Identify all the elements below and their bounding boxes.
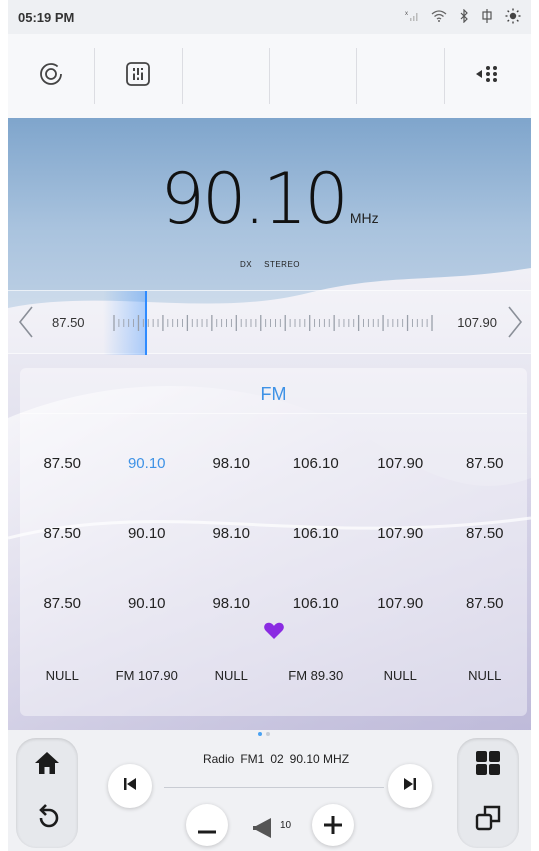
- band-divider: [20, 413, 527, 414]
- usb-icon: [481, 8, 493, 26]
- toolbar-slot-equalizer[interactable]: [95, 48, 183, 104]
- preset-item[interactable]: 90.10: [105, 525, 190, 542]
- preset-item[interactable]: 98.10: [189, 455, 274, 472]
- station-name[interactable]: NULL: [443, 668, 528, 683]
- speaker-icon: [252, 817, 272, 844]
- tuner-ticks: [113, 315, 433, 331]
- plus-icon[interactable]: [324, 811, 342, 839]
- preset-item[interactable]: 107.90: [358, 525, 443, 542]
- home-icon[interactable]: [34, 751, 60, 780]
- brightness-icon: [505, 8, 521, 27]
- heart-icon[interactable]: [263, 622, 285, 644]
- station-name[interactable]: NULL: [358, 668, 443, 683]
- radio-wave-icon[interactable]: [38, 61, 64, 92]
- status-time: 05:19 PM: [18, 9, 75, 25]
- radio-main-view: 90.10 MHz DX STEREO 87.50 107.90 FM 87.50 …: [8, 118, 531, 730]
- equalizer-icon[interactable]: [125, 61, 151, 92]
- page-dot[interactable]: [266, 732, 270, 736]
- station-name[interactable]: FM 107.90: [105, 668, 190, 683]
- preset-item-active[interactable]: 90.10: [105, 455, 190, 472]
- bluetooth-icon: [459, 8, 469, 26]
- seek-next-button[interactable]: [388, 764, 432, 808]
- range-high-label: 107.90: [457, 315, 497, 330]
- preset-item[interactable]: 87.50: [20, 525, 105, 542]
- seek-track: [164, 787, 384, 788]
- toolbar-slot-empty-1: [183, 48, 270, 104]
- preset-item[interactable]: 106.10: [274, 455, 359, 472]
- top-toolbar: [8, 34, 531, 118]
- now-playing-info: Radio FM1 02 90.10 MHZ: [168, 752, 384, 766]
- preset-item[interactable]: 87.50: [443, 455, 528, 472]
- toolbar-slot-menu[interactable]: [445, 48, 531, 104]
- dx-flag: DX: [240, 260, 253, 269]
- tuner-scale[interactable]: 87.50 107.90: [8, 290, 531, 355]
- now-playing-preset: 02: [270, 752, 284, 766]
- tuner-needle[interactable]: [145, 291, 147, 355]
- preset-item[interactable]: 107.90: [358, 455, 443, 472]
- preset-row: 87.50 90.10 98.10 106.10 107.90 87.50: [20, 498, 527, 568]
- multi-window-icon[interactable]: [475, 805, 501, 836]
- volume-down-button[interactable]: [186, 804, 228, 846]
- preset-item[interactable]: 107.90: [358, 595, 443, 612]
- back-button[interactable]: [16, 793, 78, 848]
- station-name[interactable]: NULL: [20, 668, 105, 683]
- favorite-button[interactable]: [20, 622, 527, 645]
- seek-previous-button[interactable]: [108, 764, 152, 808]
- preset-item[interactable]: 87.50: [443, 595, 528, 612]
- skip-next-icon[interactable]: [403, 777, 417, 796]
- preset-item[interactable]: 90.10: [105, 595, 190, 612]
- home-button[interactable]: [16, 738, 78, 793]
- multitask-button[interactable]: [457, 793, 519, 848]
- presets-panel: FM 87.50 90.10 98.10 106.10 107.90 87.50…: [20, 368, 527, 716]
- preset-grid: 87.50 90.10 98.10 106.10 107.90 87.50 87…: [20, 428, 527, 638]
- right-nav-pill: [457, 738, 519, 848]
- preset-item[interactable]: 106.10: [274, 525, 359, 542]
- toolbar-slot-empty-2: [270, 48, 358, 104]
- now-playing-band: FM1: [240, 752, 265, 766]
- frequency-display: 90.10 MHz DX STEREO: [8, 158, 531, 269]
- preset-item[interactable]: 87.50: [443, 525, 528, 542]
- preset-item[interactable]: 106.10: [274, 595, 359, 612]
- tune-down-icon[interactable]: [18, 305, 34, 347]
- station-name[interactable]: NULL: [189, 668, 274, 683]
- station-names: NULL FM 107.90 NULL FM 89.30 NULL NULL: [20, 668, 527, 683]
- apps-button[interactable]: [457, 738, 519, 793]
- menu-dots-icon[interactable]: [474, 63, 502, 90]
- minus-icon[interactable]: [198, 811, 216, 839]
- reception-flags: DX STEREO: [240, 260, 312, 269]
- bottom-control-bar: Radio FM1 02 90.10 MHZ 10: [8, 730, 531, 851]
- preset-item[interactable]: 98.10: [189, 595, 274, 612]
- toolbar-slot-radio[interactable]: [8, 48, 96, 104]
- grid-icon[interactable]: [475, 750, 501, 781]
- page-indicator: [258, 732, 270, 736]
- frequency-unit: MHz: [349, 210, 379, 226]
- back-arrow-icon[interactable]: [33, 804, 61, 837]
- frequency-value: 90.10: [160, 158, 348, 240]
- svg-text:x: x: [405, 11, 408, 17]
- range-low-label: 87.50: [52, 315, 85, 330]
- volume-level: 10: [280, 820, 292, 831]
- toolbar-slot-empty-3: [357, 48, 445, 104]
- now-playing-frequency: 90.10 MHZ: [289, 752, 350, 766]
- page-dot-active[interactable]: [258, 732, 262, 736]
- tune-up-icon[interactable]: [507, 305, 523, 347]
- preset-item[interactable]: 87.50: [20, 595, 105, 612]
- preset-item[interactable]: 98.10: [189, 525, 274, 542]
- preset-row: 87.50 90.10 98.10 106.10 107.90 87.50: [20, 428, 527, 498]
- signal-icon: x: [405, 10, 419, 25]
- preset-item[interactable]: 87.50: [20, 455, 105, 472]
- band-label[interactable]: FM: [20, 384, 527, 405]
- left-nav-pill: [16, 738, 78, 848]
- status-bar: 05:19 PM x: [8, 0, 531, 34]
- volume-up-button[interactable]: [312, 804, 354, 846]
- station-name[interactable]: FM 89.30: [274, 668, 359, 683]
- wifi-icon: [431, 9, 447, 25]
- skip-previous-icon[interactable]: [123, 777, 137, 796]
- now-playing-source: Radio: [202, 752, 235, 766]
- stereo-flag: STEREO: [264, 260, 301, 269]
